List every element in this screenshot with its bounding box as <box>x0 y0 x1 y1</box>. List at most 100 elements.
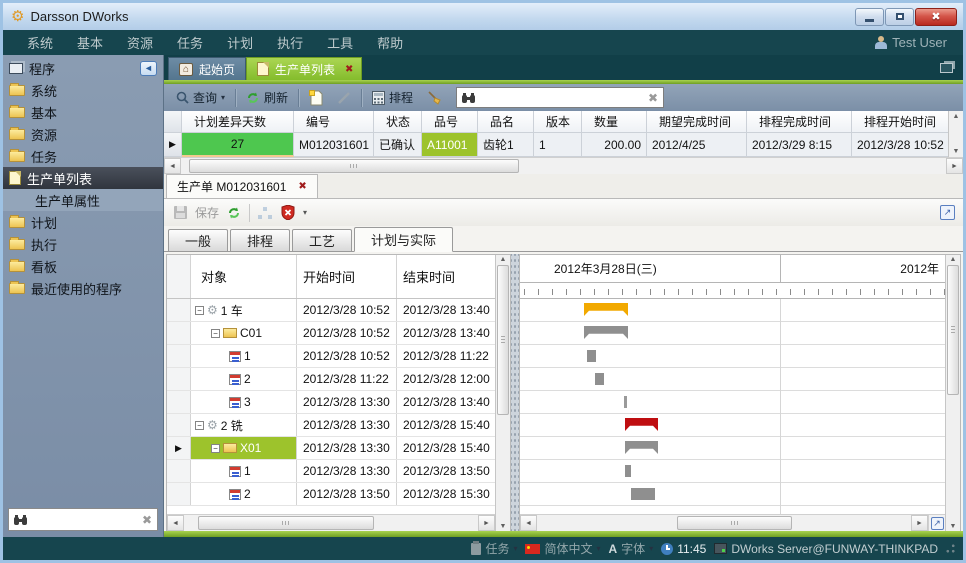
window-cascade-icon[interactable] <box>940 63 953 73</box>
col-sched-start[interactable]: 排程开始时间 <box>852 111 948 133</box>
sidebar-search-input[interactable] <box>32 512 137 528</box>
col-code[interactable]: 编号 <box>294 111 374 133</box>
orders-vertical-scrollbar[interactable]: ▲ ▼ <box>948 111 963 157</box>
sidebar-item-resource[interactable]: 资源 <box>3 123 163 145</box>
gantt-bar[interactable] <box>595 373 604 385</box>
col-item-name[interactable]: 品名 <box>478 111 534 133</box>
refresh-button[interactable] <box>226 205 242 221</box>
menu-plan[interactable]: 计划 <box>215 33 265 52</box>
sidebar-item-plan[interactable]: 计划 <box>3 211 163 233</box>
gantt-bar[interactable] <box>584 303 628 316</box>
menu-tools[interactable]: 工具 <box>315 33 365 52</box>
gantt-bar[interactable] <box>625 441 658 454</box>
col-sched-finish[interactable]: 排程完成时间 <box>747 111 852 133</box>
resize-grip[interactable] <box>946 544 955 553</box>
chevron-down-icon[interactable]: ▾ <box>303 208 307 217</box>
clear-search-icon[interactable]: ✖ <box>142 513 152 527</box>
scrollbar-thumb[interactable] <box>497 265 509 415</box>
status-font-menu[interactable]: A 字体 ▾ <box>609 540 654 557</box>
gantt-bar[interactable] <box>631 488 655 500</box>
tree-row-machine-1[interactable]: −⚙1 车 2012/3/28 10:52 2012/3/28 13:40 <box>167 299 495 322</box>
tree-row-task[interactable]: 3 2012/3/28 13:30 2012/3/28 13:40 <box>167 391 495 414</box>
sidebar-item-execute[interactable]: 执行 <box>3 233 163 255</box>
scroll-left-icon[interactable]: ◄ <box>167 515 184 531</box>
sidebar-collapse-button[interactable]: ◄ <box>140 61 157 76</box>
detail-tab[interactable]: 生产单 M012031601 ✖ <box>166 174 318 198</box>
col-diff-days[interactable]: 计划差异天数 <box>182 111 294 133</box>
menu-execute[interactable]: 执行 <box>265 33 315 52</box>
scroll-left-icon[interactable]: ◄ <box>164 158 181 174</box>
gantt-horizontal-scrollbar[interactable]: ◄ ► ↗ <box>520 514 945 531</box>
scroll-up-icon[interactable]: ▲ <box>950 256 957 263</box>
current-user[interactable]: Test User <box>875 35 951 50</box>
tab-home[interactable]: ⌂ 起始页 <box>168 57 246 80</box>
col-version[interactable]: 版本 <box>534 111 582 133</box>
detail-tab-close-icon[interactable]: ✖ <box>298 181 306 192</box>
collapse-toggle[interactable]: − <box>195 306 204 315</box>
order-row[interactable]: ▶ 27 M012031601 已确认 A11001 齿轮1 1 200.00 … <box>164 133 948 157</box>
gantt-vertical-scrollbar[interactable]: ▲ ▼ <box>945 255 960 531</box>
clear-filter-icon[interactable]: ✖ <box>648 91 658 105</box>
gantt-bar[interactable] <box>624 396 627 408</box>
grid-filter-input[interactable] <box>480 90 643 106</box>
scrollbar-thumb[interactable] <box>947 265 959 395</box>
scrollbar-thumb[interactable] <box>677 516 792 530</box>
minimize-button[interactable] <box>855 8 884 26</box>
col-qty[interactable]: 数量 <box>582 111 647 133</box>
col-end-time[interactable]: 结束时间 <box>397 255 497 298</box>
menu-task[interactable]: 任务 <box>165 33 215 52</box>
gantt-rows[interactable] <box>520 299 945 514</box>
tree-vertical-scrollbar[interactable]: ▲ ▼ <box>495 255 510 531</box>
popout-icon[interactable]: ↗ <box>940 205 955 220</box>
scrollbar-thumb[interactable] <box>189 159 519 173</box>
tab-plan-vs-actual[interactable]: 计划与实际 <box>354 227 453 252</box>
close-button[interactable]: ✖ <box>915 8 957 26</box>
col-expect-finish[interactable]: 期望完成时间 <box>647 111 747 133</box>
tree-horizontal-scrollbar[interactable]: ◄ ► <box>167 514 495 531</box>
title-bar[interactable]: ⚙ Darsson DWorks ✖ <box>3 3 963 30</box>
sidebar-item-order-list[interactable]: 生产单列表 <box>3 167 163 189</box>
restore-button[interactable] <box>885 8 914 26</box>
schedule-button[interactable]: 排程 <box>368 87 417 108</box>
scroll-up-icon[interactable]: ▲ <box>500 256 507 263</box>
sidebar-item-recent[interactable]: 最近使用的程序 <box>3 277 163 299</box>
scroll-left-icon[interactable]: ◄ <box>520 515 537 531</box>
scroll-down-icon[interactable]: ▼ <box>500 523 507 530</box>
collapse-toggle[interactable]: − <box>195 421 204 430</box>
cancel-schedule-button[interactable] <box>280 205 296 221</box>
pane-splitter[interactable] <box>511 254 519 531</box>
refresh-button[interactable]: 刷新 <box>242 87 292 108</box>
col-start-time[interactable]: 开始时间 <box>297 255 397 298</box>
col-item-no[interactable]: 品号 <box>422 111 478 133</box>
scroll-right-icon[interactable]: ► <box>911 515 928 531</box>
sidebar-item-order-props[interactable]: 生产单属性 <box>3 189 163 211</box>
scrollbar-thumb[interactable] <box>198 516 374 530</box>
tree-row-task[interactable]: 1 2012/3/28 13:30 2012/3/28 13:50 <box>167 460 495 483</box>
sidebar-item-system[interactable]: 系统 <box>3 79 163 101</box>
scroll-right-icon[interactable]: ► <box>478 515 495 531</box>
scroll-right-icon[interactable]: ► <box>946 158 963 174</box>
menu-system[interactable]: 系统 <box>15 33 65 52</box>
tab-process[interactable]: 工艺 <box>292 229 352 251</box>
tree-row-c01[interactable]: −C01 2012/3/28 10:52 2012/3/28 13:40 <box>167 322 495 345</box>
sidebar-item-board[interactable]: 看板 <box>3 255 163 277</box>
gantt-bar[interactable] <box>587 350 596 362</box>
tab-close-icon[interactable]: ✖ <box>345 64 353 75</box>
tree-row-task[interactable]: 1 2012/3/28 10:52 2012/3/28 11:22 <box>167 345 495 368</box>
sidebar-item-basic[interactable]: 基本 <box>3 101 163 123</box>
menu-resource[interactable]: 资源 <box>115 33 165 52</box>
collapse-toggle[interactable]: − <box>211 329 220 338</box>
gantt-bar[interactable] <box>625 465 631 477</box>
query-button[interactable]: 查询 ▾ <box>172 87 229 108</box>
tree-row-task[interactable]: 2 2012/3/28 11:22 2012/3/28 12:00 <box>167 368 495 391</box>
tab-general[interactable]: 一般 <box>168 229 228 251</box>
menu-basic[interactable]: 基本 <box>65 33 115 52</box>
tab-order-list[interactable]: 生产单列表 ✖ <box>246 57 362 80</box>
clean-button[interactable] <box>423 88 446 107</box>
scroll-down-icon[interactable]: ▼ <box>953 148 960 155</box>
col-object[interactable]: 对象 <box>191 255 297 298</box>
gantt-bar[interactable] <box>625 418 658 431</box>
tree-row-machine-2[interactable]: −⚙2 铣 2012/3/28 13:30 2012/3/28 15:40 <box>167 414 495 437</box>
collapse-toggle[interactable]: − <box>211 444 220 453</box>
tree-row-x01-selected[interactable]: ▶ −X01 2012/3/28 13:30 2012/3/28 15:40 <box>167 437 495 460</box>
